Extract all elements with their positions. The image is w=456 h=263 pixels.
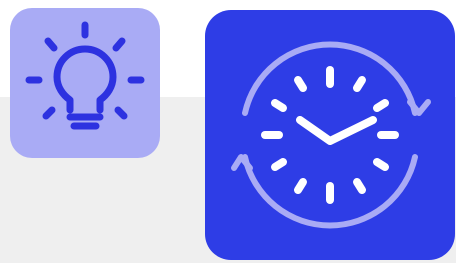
clock-tile [205,10,455,260]
lightbulb-tile [10,8,160,158]
clock-refresh-icon [205,10,455,260]
lightbulb-icon [10,8,160,158]
